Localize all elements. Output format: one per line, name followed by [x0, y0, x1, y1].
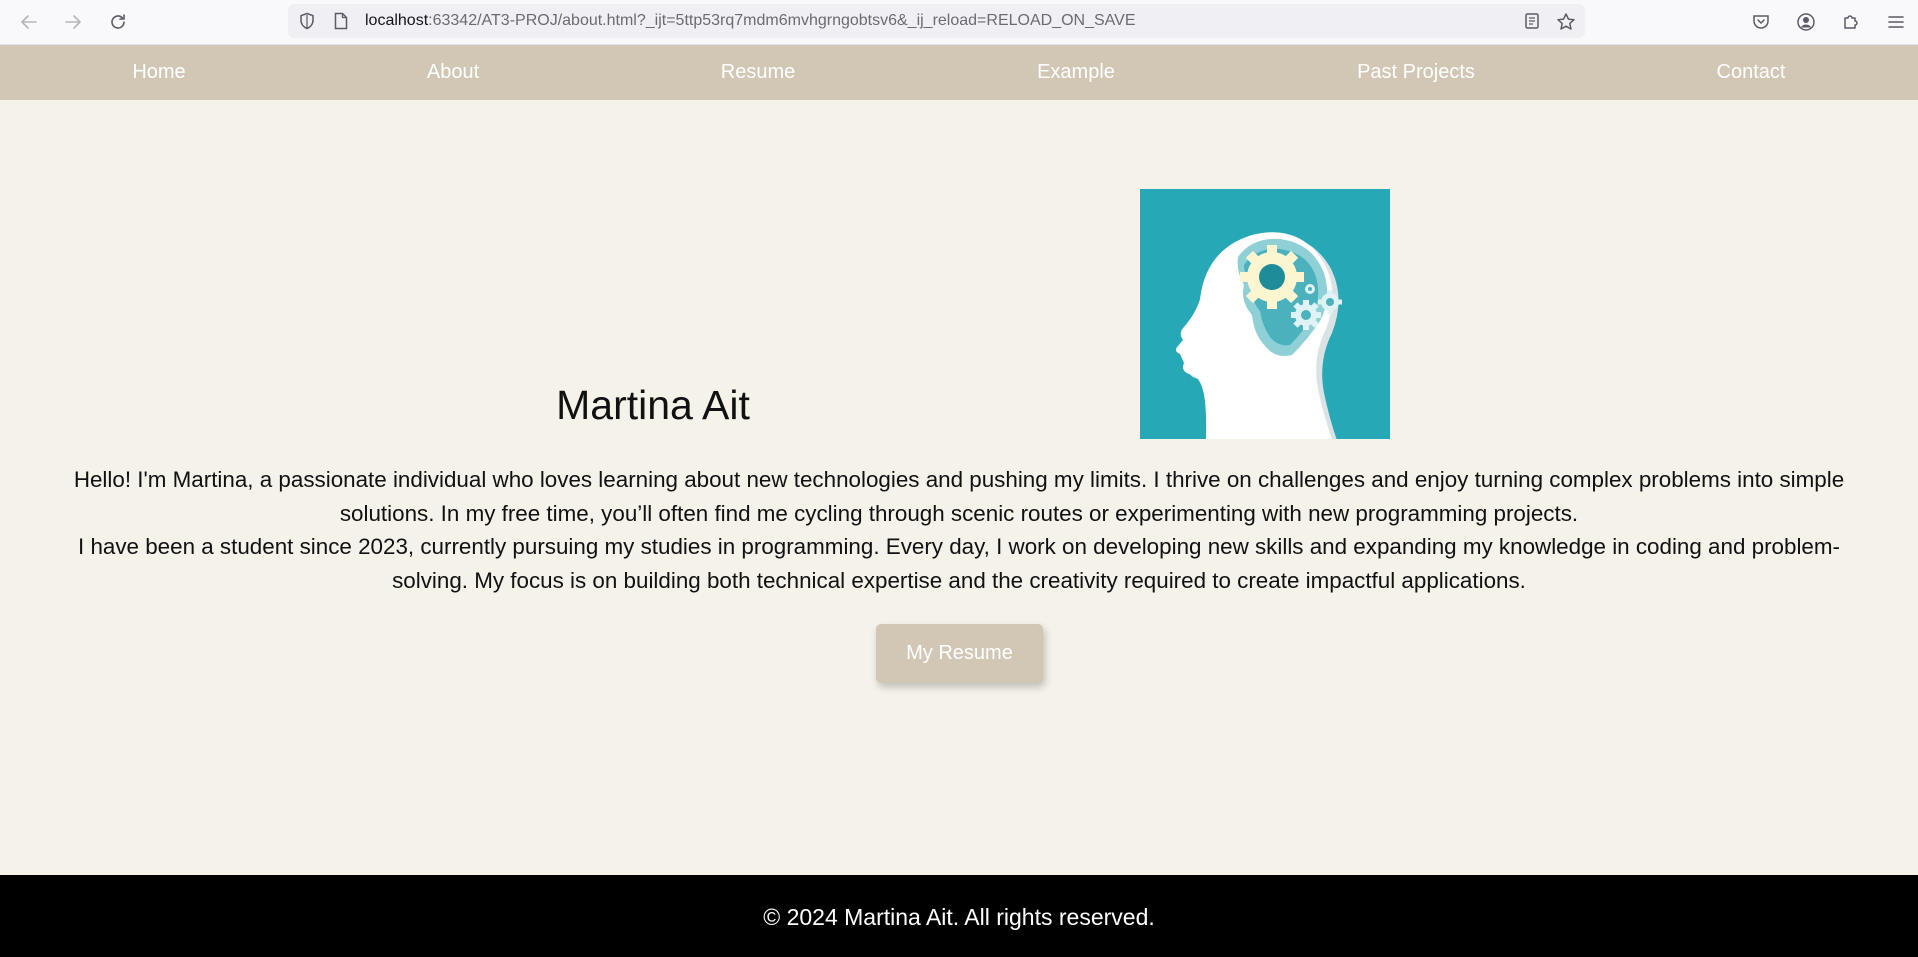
- bio-section: Hello! I'm Martina, a passionate individ…: [60, 463, 1858, 597]
- browser-right-tools: [1738, 0, 1918, 44]
- nav-past-projects[interactable]: Past Projects: [1357, 45, 1475, 100]
- footer: © 2024 Martina Ait. All rights reserved.: [0, 875, 1918, 957]
- page-title: Martina Ait: [556, 382, 750, 428]
- my-resume-button[interactable]: My Resume: [876, 624, 1043, 683]
- url-bar[interactable]: localhost:63342/AT3-PROJ/about.html?_ijt…: [288, 4, 1585, 38]
- nav-resume[interactable]: Resume: [721, 45, 795, 100]
- menu-icon[interactable]: [1873, 0, 1918, 44]
- reader-view-icon[interactable]: [1523, 12, 1541, 35]
- nav-example[interactable]: Example: [1037, 45, 1115, 100]
- url-path: :63342/AT3-PROJ/about.html?_ijt=5ttp53rq…: [428, 12, 1136, 29]
- page-icon[interactable]: [333, 12, 349, 35]
- browser-toolbar: localhost:63342/AT3-PROJ/about.html?_ijt…: [0, 0, 1918, 45]
- bookmark-star-icon[interactable]: [1556, 12, 1576, 37]
- footer-copyright: © 2024 Martina Ait. All rights reserved.: [763, 904, 1155, 930]
- nav-home[interactable]: Home: [132, 45, 185, 100]
- back-arrow-icon[interactable]: [7, 0, 51, 44]
- bio-paragraph-2: I have been a student since 2023, curren…: [78, 534, 1840, 593]
- bio-paragraph-1: Hello! I'm Martina, a passionate individ…: [73, 467, 1845, 526]
- account-icon[interactable]: [1783, 0, 1828, 44]
- site-nav: Home About Resume Example Past Projects …: [0, 45, 1918, 100]
- url-text[interactable]: localhost:63342/AT3-PROJ/about.html?_ijt…: [365, 4, 1136, 38]
- nav-about[interactable]: About: [427, 45, 479, 100]
- extensions-icon[interactable]: [1828, 0, 1873, 44]
- reload-icon[interactable]: [96, 0, 140, 44]
- nav-contact[interactable]: Contact: [1717, 45, 1786, 100]
- forward-arrow-icon[interactable]: [51, 0, 95, 44]
- url-host: localhost: [365, 12, 429, 29]
- pocket-icon[interactable]: [1738, 0, 1783, 44]
- shield-icon[interactable]: [298, 12, 316, 35]
